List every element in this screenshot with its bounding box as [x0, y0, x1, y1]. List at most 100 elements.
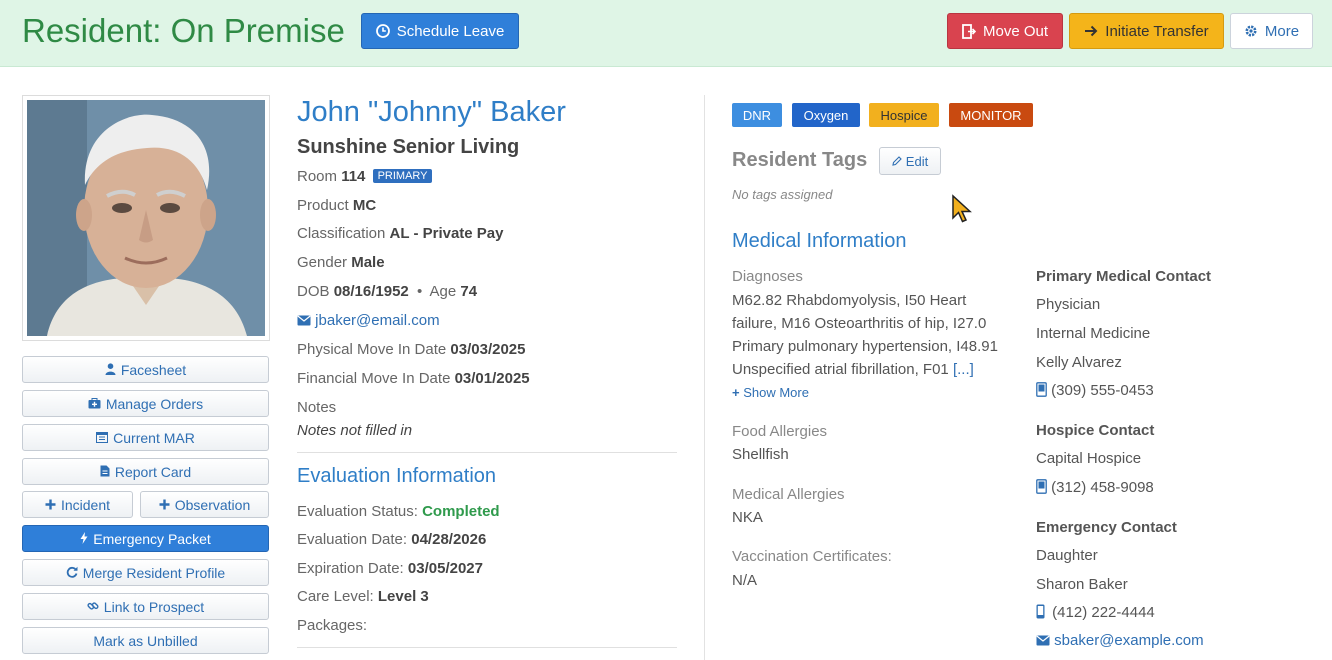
room-label: Room [297, 168, 338, 185]
divider [297, 647, 677, 648]
calendar-icon [96, 430, 109, 446]
resident-photo [27, 100, 265, 336]
care-level-label: Care Level: [297, 588, 374, 605]
merge-profile-button[interactable]: Merge Resident Profile [22, 559, 269, 586]
no-tags-text: No tags assigned [732, 187, 833, 202]
notes-value: Notes not filled in [297, 422, 413, 439]
facesheet-button[interactable]: Facesheet [22, 356, 269, 383]
observation-label: Observation [174, 496, 251, 513]
primary-contact-specialty: Internal Medicine [1036, 325, 1151, 342]
mobile-phone-icon [1036, 604, 1045, 621]
user-icon [105, 362, 116, 378]
evaluation-date-field: Evaluation Date: 04/28/2026 [297, 531, 486, 548]
financial-move-in-value: 03/01/2025 [454, 370, 530, 387]
observation-button[interactable]: Observation [140, 491, 269, 518]
refresh-icon [66, 565, 78, 581]
plus-icon [159, 497, 170, 513]
community-name: Sunshine Senior Living [297, 136, 520, 158]
facesheet-label: Facesheet [120, 361, 187, 378]
medical-info-title: Medical Information [732, 230, 907, 252]
emergency-packet-label: Emergency Packet [93, 530, 211, 547]
emergency-contact-email[interactable]: sbaker@example.com [1054, 632, 1203, 649]
care-level-value: Level 3 [377, 588, 429, 605]
dob-field: DOB 08/16/1952 • Age 74 [297, 283, 477, 300]
age-value: 74 [460, 283, 478, 300]
bullet-separator: • [416, 283, 423, 300]
email-field[interactable]: jbaker@email.com [297, 312, 440, 329]
tag-badge-label: Hospice [880, 107, 928, 123]
emergency-contact-relation: Daughter [1036, 547, 1098, 564]
link-prospect-button[interactable]: Link to Prospect [22, 593, 269, 620]
mark-unbilled-button[interactable]: Mark as Unbilled [22, 627, 269, 654]
evaluation-status-value: Completed [422, 503, 500, 520]
edit-tags-label: Edit [905, 153, 929, 169]
exit-door-icon [962, 23, 976, 39]
hospice-contact-name: Capital Hospice [1036, 450, 1142, 467]
report-card-button[interactable]: Report Card [22, 458, 269, 485]
envelope-icon [297, 312, 311, 329]
food-allergies-label: Food Allergies [732, 423, 828, 440]
phone-icon [1036, 382, 1047, 399]
divider [297, 452, 677, 453]
schedule-leave-button[interactable]: Schedule Leave [361, 13, 519, 49]
classification-label: Classification [297, 225, 386, 242]
initiate-transfer-label: Initiate Transfer [1105, 22, 1209, 40]
show-more-link[interactable]: + Show More [732, 385, 809, 400]
classification-field: Classification AL - Private Pay [297, 225, 504, 242]
emergency-packet-button[interactable]: Emergency Packet [22, 525, 269, 552]
resident-tags-title: Resident Tags [732, 149, 868, 171]
gender-label: Gender [297, 254, 348, 271]
vaccination-value: N/A [732, 572, 758, 589]
arrow-right-icon [1084, 25, 1098, 37]
email-link[interactable]: jbaker@email.com [315, 312, 439, 329]
diagnoses-more-marker[interactable]: [...] [953, 361, 974, 378]
tag-badge-dnr[interactable]: DNR [732, 103, 782, 127]
tag-badge-oxygen[interactable]: Oxygen [792, 103, 860, 127]
mark-unbilled-label: Mark as Unbilled [93, 632, 198, 649]
medical-allergies-label: Medical Allergies [732, 486, 845, 503]
physical-move-in-label: Physical Move In Date [297, 341, 447, 358]
schedule-leave-label: Schedule Leave [396, 22, 505, 40]
dob-label: DOB [297, 283, 330, 300]
vaccination-label: Vaccination Certificates: [732, 548, 892, 565]
plus-icon [45, 497, 56, 513]
room-primary-badge: PRIMARY [372, 169, 433, 183]
document-icon [100, 464, 110, 480]
room-field: Room 114 PRIMARY [297, 168, 433, 185]
incident-button[interactable]: Incident [22, 491, 133, 518]
gender-field: Gender Male [297, 254, 385, 271]
resident-name: John "Johnny" Baker [297, 96, 566, 128]
product-value: MC [352, 197, 377, 214]
incident-label: Incident [60, 496, 111, 513]
lightning-icon [80, 531, 88, 547]
classification-value: AL - Private Pay [389, 225, 504, 242]
envelope-icon [1036, 632, 1050, 649]
resident-page: Resident: On Premise Schedule Leave Move… [0, 0, 1332, 660]
primary-contact-role: Physician [1036, 296, 1101, 313]
diagnoses-label: Diagnoses [732, 268, 803, 285]
expiration-date-value: 03/05/2027 [407, 560, 483, 577]
room-value: 114 [341, 168, 366, 185]
emergency-contact-phone-row[interactable]: (412) 222-4444 [1036, 604, 1155, 621]
primary-contact-phone-row[interactable]: (309) 555-0453 [1036, 382, 1154, 399]
physical-move-in-value: 03/03/2025 [450, 341, 526, 358]
move-out-button[interactable]: Move Out [947, 13, 1063, 49]
manage-orders-button[interactable]: Manage Orders [22, 390, 269, 417]
emergency-contact-email-row[interactable]: sbaker@example.com [1036, 632, 1204, 649]
tag-badge-label: DNR [742, 107, 772, 123]
initiate-transfer-button[interactable]: Initiate Transfer [1069, 13, 1224, 49]
column-divider [704, 95, 705, 660]
medical-allergies-value: NKA [732, 509, 763, 526]
tag-badge-label: MONITOR [960, 107, 1022, 123]
current-mar-button[interactable]: Current MAR [22, 424, 269, 451]
tag-badge-hospice[interactable]: Hospice [869, 103, 939, 127]
expiration-date-label: Expiration Date: [297, 560, 404, 577]
primary-contact-phone: (309) 555-0453 [1051, 382, 1154, 399]
edit-tags-button[interactable]: Edit [879, 147, 941, 175]
emergency-contact-name: Sharon Baker [1036, 576, 1128, 593]
care-level-field: Care Level: Level 3 [297, 588, 429, 605]
gear-icon [1244, 24, 1258, 38]
more-button[interactable]: More [1230, 13, 1313, 49]
hospice-contact-phone-row[interactable]: (312) 458-9098 [1036, 479, 1154, 496]
tag-badge-monitor[interactable]: MONITOR [949, 103, 1033, 127]
